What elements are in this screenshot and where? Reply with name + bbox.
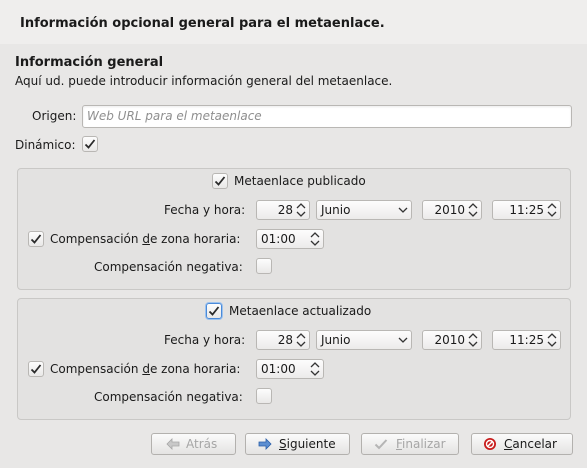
updated-label: Metaenlace actualizado xyxy=(229,304,372,318)
updated-year-value: 2010 xyxy=(434,333,465,347)
cancel-button[interactable]: Cancelar xyxy=(471,433,573,455)
published-month-value: Junio xyxy=(321,203,351,217)
spin-arrows-icon xyxy=(547,203,557,217)
published-year-spinbox[interactable]: 2010 xyxy=(422,200,482,220)
next-button-label: Siguiente xyxy=(279,437,336,451)
section-title: Información general xyxy=(15,55,164,70)
spin-arrows-icon xyxy=(468,333,478,347)
published-datetime-label: Fecha y hora: xyxy=(164,203,246,217)
updated-month-combobox[interactable]: Junio xyxy=(316,330,412,350)
published-tz-value: 01:00 xyxy=(261,232,296,246)
page-title: Información opcional general para el met… xyxy=(20,16,385,31)
checkmark-icon xyxy=(30,234,42,244)
published-time-spinbox[interactable]: 11:25 xyxy=(492,200,561,220)
arrow-left-icon xyxy=(166,438,180,450)
chevron-down-icon xyxy=(398,337,408,343)
spin-arrows-icon xyxy=(547,333,557,347)
arrow-right-icon xyxy=(258,438,272,450)
published-day-spinbox[interactable]: 28 xyxy=(256,200,310,220)
updated-time-value: 11:25 xyxy=(509,333,544,347)
spin-arrows-icon xyxy=(310,362,320,376)
published-year-value: 2010 xyxy=(434,203,465,217)
published-negative-checkbox[interactable] xyxy=(256,258,272,274)
checkmark-icon xyxy=(30,364,42,374)
published-tz-spinbox[interactable]: 01:00 xyxy=(256,229,324,249)
origin-placeholder: Web URL para el metaenlace xyxy=(87,109,262,123)
next-button[interactable]: Siguiente xyxy=(245,433,350,455)
spin-arrows-icon xyxy=(296,203,306,217)
chevron-down-icon xyxy=(398,207,408,213)
section-description: Aquí ud. puede introducir información ge… xyxy=(15,74,393,88)
spin-arrows-icon xyxy=(310,232,320,246)
cancel-icon xyxy=(484,438,496,450)
dynamic-checkbox[interactable] xyxy=(82,136,98,152)
back-button[interactable]: Atrás xyxy=(151,433,236,455)
updated-tz-checkbox[interactable] xyxy=(28,361,44,377)
published-checkbox[interactable] xyxy=(212,173,228,189)
finish-button[interactable]: Finalizar xyxy=(361,433,459,455)
updated-tz-value: 01:00 xyxy=(261,362,296,376)
checkmark-icon xyxy=(208,306,220,316)
updated-tz-spinbox[interactable]: 01:00 xyxy=(256,359,324,379)
published-time-value: 11:25 xyxy=(509,203,544,217)
updated-day-value: 28 xyxy=(277,333,293,347)
updated-time-spinbox[interactable]: 11:25 xyxy=(492,330,561,350)
published-tz-label: Compensación de zona horaria: xyxy=(50,232,241,246)
updated-year-spinbox[interactable]: 2010 xyxy=(422,330,482,350)
updated-datetime-label: Fecha y hora: xyxy=(164,333,246,347)
checkmark-icon xyxy=(84,139,96,149)
updated-month-value: Junio xyxy=(321,333,351,347)
published-label: Metaenlace publicado xyxy=(234,174,366,188)
updated-negative-checkbox[interactable] xyxy=(256,388,272,404)
finish-button-label: Finalizar xyxy=(396,437,446,451)
origin-input[interactable]: Web URL para el metaenlace xyxy=(82,105,572,128)
updated-negative-label: Compensación negativa: xyxy=(94,390,243,404)
spin-arrows-icon xyxy=(468,203,478,217)
published-negative-label: Compensación negativa: xyxy=(94,260,243,274)
cancel-button-label: Cancelar xyxy=(504,437,557,451)
published-day-value: 28 xyxy=(277,203,293,217)
updated-day-spinbox[interactable]: 28 xyxy=(256,330,310,350)
back-button-label: Atrás xyxy=(186,437,218,451)
origin-label: Origen: xyxy=(32,109,77,123)
check-icon xyxy=(374,439,388,450)
updated-checkbox[interactable] xyxy=(206,303,222,319)
updated-tz-label: Compensación de zona horaria: xyxy=(50,362,241,376)
checkmark-icon xyxy=(214,176,226,186)
spin-arrows-icon xyxy=(296,333,306,347)
dynamic-label: Dinámico: xyxy=(15,138,76,152)
published-tz-checkbox[interactable] xyxy=(28,231,44,247)
published-month-combobox[interactable]: Junio xyxy=(316,200,412,220)
